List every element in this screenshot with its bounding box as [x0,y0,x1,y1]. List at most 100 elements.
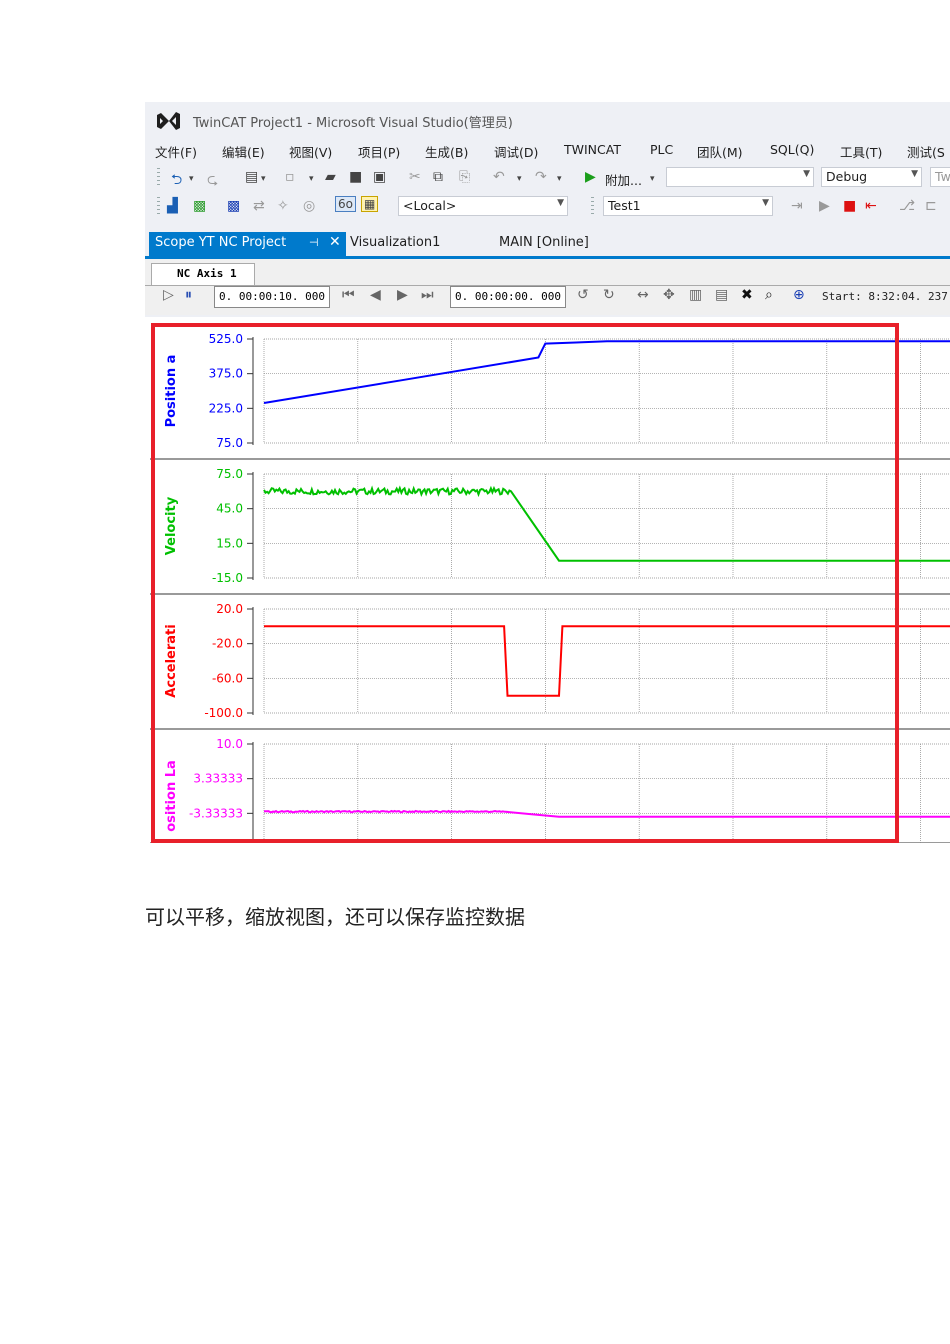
axis-tab[interactable]: NC Axis 1 [151,263,255,285]
menu-twincat[interactable]: TWINCAT [564,142,621,157]
solution-config-combo[interactable]: ▼ [666,167,814,187]
y-tick-label: -60.0 [212,671,243,685]
login-icon[interactable]: ⇥ [791,198,803,214]
menu-plc[interactable]: PLC [650,142,673,157]
navigate-forward-icon[interactable]: ⮎ [207,169,218,193]
y-tick-label: 10.0 [216,737,243,751]
toggle-freerun-icon[interactable]: ◎ [303,198,315,214]
y-tick-label: 525.0 [209,332,243,346]
record-start-icon[interactable]: ▷ [163,287,174,303]
cursor-icon[interactable]: ⊕ [793,287,805,303]
y-axis-label: osition La [164,760,179,832]
rotate-left-icon[interactable]: ↺ [577,287,589,303]
toolbar-grip-icon[interactable] [591,197,594,217]
chevron-down-icon: ▼ [557,198,564,208]
chevron-down-icon[interactable]: ▾ [309,174,314,184]
menu-debug[interactable]: 调试(D) [494,142,538,161]
menu-bar: 文件(F) 编辑(E) 视图(V) 项目(P) 生成(B) 调试(D) TWIN… [145,138,950,162]
time-span-input[interactable]: 0. 00:00:10. 000 [214,286,330,308]
y-tick-label: 45.0 [216,502,243,516]
activate-configuration-icon[interactable]: ▟ [167,198,178,214]
y-tick-label: -20.0 [212,637,243,651]
scope-chart-area: 525.0 375.0 225.0 75.0 Position a 75.0 45.0 15.… [145,317,950,843]
show-online-data-icon[interactable]: 6o [335,196,356,212]
menu-tools[interactable]: 工具(T) [840,142,882,161]
menu-file[interactable]: 文件(F) [155,142,197,161]
pause-icon[interactable]: ⏸ [185,287,192,303]
standard-toolbar: ⮌ ▾ ⮎ ▤ ▾ ▫ ▾ ▰ ■ ▣ ✂ ⧉ ⎘ ↶ ▾ ↷ ▾ ▶ 附加..… [145,164,950,192]
restart-twincat-icon[interactable]: ▩ [193,198,206,214]
axis-scale-all-icon[interactable]: ▤ [715,287,728,303]
tab-scope-yt-label: Scope YT NC Project [155,235,287,250]
breakpoint-icon[interactable]: ⎇ [899,198,915,214]
y-tick-label: 15.0 [216,536,243,550]
title-bar: TwinCAT Project1 - Microsoft Visual Stud… [145,102,950,138]
rotate-right-icon[interactable]: ↻ [603,287,615,303]
chevron-down-icon: ▼ [762,198,769,208]
tab-main-online[interactable]: MAIN [Online] [499,235,589,250]
chart-panel [150,597,950,729]
open-file-icon[interactable]: ▰ [325,169,336,185]
y-tick-label: 75.0 [216,436,243,450]
zoom-max-icon[interactable]: ⌕ [765,287,773,303]
chevron-down-icon[interactable]: ▾ [261,174,266,184]
y-tick-label: 20.0 [216,602,243,616]
twincat-target-combo[interactable]: Tw [930,167,950,187]
axis-scale-icon[interactable]: ▥ [689,287,702,303]
stop-plc-icon[interactable]: ■ [843,198,856,214]
save-all-icon[interactable]: ▣ [373,169,386,185]
add-item-icon[interactable]: ▫ [285,169,295,185]
menu-sql[interactable]: SQL(Q) [770,142,814,157]
pan-move-icon[interactable]: ✥ [663,287,675,303]
menu-team[interactable]: 团队(M) [697,142,743,161]
menu-test[interactable]: 测试(S [907,142,945,161]
menu-view[interactable]: 视图(V) [289,142,332,161]
screenshot-frame: TwinCAT Project1 - Microsoft Visual Stud… [145,102,950,843]
scan-icon[interactable]: ✧ [277,198,289,214]
step-forward-icon[interactable]: ▶ [397,287,408,303]
menu-edit[interactable]: 编辑(E) [222,142,265,161]
new-project-icon[interactable]: ▤ [245,169,258,185]
scope-toolbar: NC Axis 1 ▷ ⏸ 0. 00:00:10. 000 ⏮ ◀ ▶ ⏭ 0… [145,259,950,315]
build-config-value: Debug [826,169,868,184]
logout-icon[interactable]: ⇤ [865,198,877,214]
menu-project[interactable]: 项目(P) [358,142,400,161]
save-icon[interactable]: ■ [349,169,362,185]
tab-visualization[interactable]: Visualization1 [350,235,440,250]
redo-icon[interactable]: ↷ [535,169,547,185]
chevron-down-icon[interactable]: ▾ [517,174,522,184]
time-offset-input[interactable]: 0. 00:00:00. 000 [450,286,566,308]
navigate-back-icon[interactable]: ⮌ [171,169,182,193]
start-time-label: Start: 8:32:04. 237 [822,290,948,303]
go-to-start-icon[interactable]: ⏮ [342,287,355,303]
show-sub-items-icon[interactable]: ▦ [361,196,379,212]
target-system-combo[interactable]: <Local> ▼ [398,196,568,216]
chevron-down-icon[interactable]: ▾ [189,174,194,184]
copy-icon[interactable]: ⧉ [433,169,443,185]
pin-icon[interactable]: ⊣ [309,236,319,249]
toolbar-grip-icon[interactable] [157,168,160,188]
config-mode-icon[interactable]: ▩ [227,198,240,214]
play-icon[interactable]: ▶ [585,169,596,185]
chevron-down-icon[interactable]: ▾ [650,174,655,184]
tab-scope-yt[interactable]: Scope YT NC Project ⊣ ✕ [149,232,346,256]
close-icon[interactable]: ✕ [329,234,341,250]
chevron-down-icon[interactable]: ▾ [557,174,562,184]
pan-horizontal-icon[interactable]: ↔ [637,287,649,303]
menu-build[interactable]: 生成(B) [425,142,468,161]
cut-icon[interactable]: ✂ [409,169,421,185]
twincat-target-value: Tw [935,169,950,184]
step-back-icon[interactable]: ◀ [370,287,381,303]
start-plc-icon[interactable]: ▶ [819,198,830,214]
undo-icon[interactable]: ↶ [493,169,505,185]
go-to-end-icon[interactable]: ⏭ [421,287,434,303]
plc-project-combo[interactable]: Test1 ▼ [603,196,773,216]
reload-devices-icon[interactable]: ⇄ [253,198,265,214]
attach-button[interactable]: 附加... [605,170,642,189]
reset-zoom-icon[interactable]: ✖ [741,287,753,303]
build-config-combo[interactable]: Debug ▼ [821,167,922,187]
paste-icon[interactable]: ⎘ [459,169,470,185]
step-over-icon[interactable]: ⊏ [925,198,937,214]
toolbar-grip-icon[interactable] [157,197,160,217]
chevron-down-icon: ▼ [803,169,810,179]
